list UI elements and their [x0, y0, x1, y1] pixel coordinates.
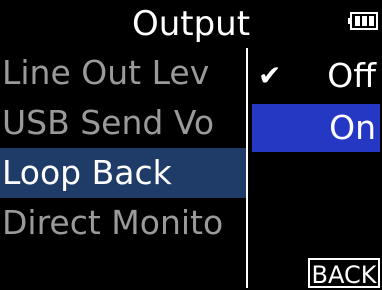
menu-divider [246, 48, 248, 288]
page-title: Output [131, 4, 251, 44]
menu-item-loop-back[interactable]: Loop Back [0, 148, 246, 198]
menu-item-line-out-level[interactable]: Line Out Lev [0, 48, 246, 98]
option-label: Off [327, 56, 376, 95]
option-off[interactable]: ✔ Off [252, 52, 380, 100]
back-button[interactable]: BACK [308, 258, 380, 289]
battery-icon [348, 12, 378, 30]
menu-item-label: Direct Monito [2, 203, 224, 242]
menu-item-label: Line Out Lev [2, 53, 210, 92]
menu-item-label: USB Send Vo [2, 103, 215, 142]
submenu-options: ✔ Off On [252, 48, 382, 288]
menu-item-direct-monitor[interactable]: Direct Monito [0, 198, 246, 248]
menu-item-label: Loop Back [2, 153, 172, 192]
menu-list: Line Out Lev USB Send Vo Loop Back Direc… [0, 48, 246, 288]
option-on[interactable]: On [252, 104, 380, 152]
option-label: On [329, 108, 376, 147]
menu-item-usb-send-volume[interactable]: USB Send Vo [0, 98, 246, 148]
checkmark-icon: ✔ [258, 59, 282, 92]
